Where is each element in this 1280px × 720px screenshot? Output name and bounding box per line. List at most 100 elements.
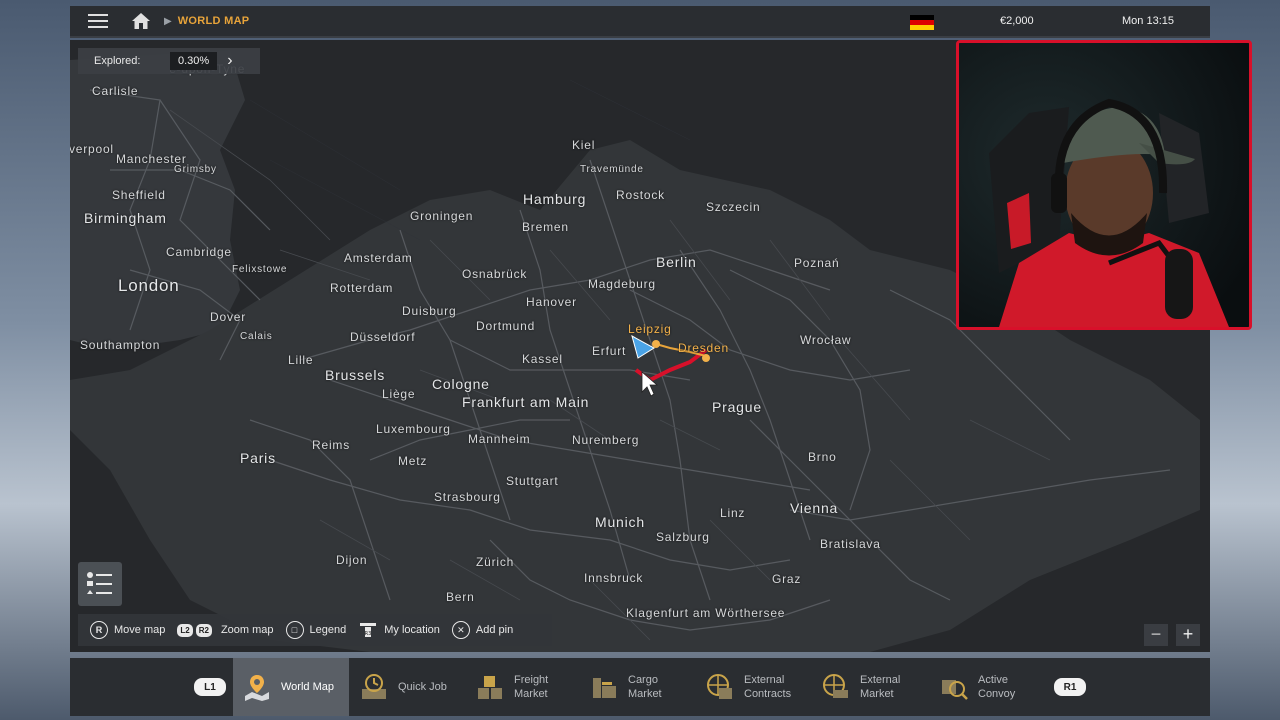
city-label: Hanover (526, 295, 577, 309)
hint-zoom-map: L2 R2 Zoom map (177, 623, 274, 637)
city-label: Groningen (410, 209, 474, 223)
hint-my-location: R3 My location (358, 621, 440, 639)
city-label: Stuttgart (506, 474, 559, 488)
home-icon[interactable] (130, 10, 152, 32)
city-label: Innsbruck (584, 571, 644, 585)
cross-button-icon: ✕ (451, 621, 470, 639)
city-label: Liège (382, 387, 416, 401)
city-label: Strasbourg (434, 490, 501, 504)
explored-panel: Explored: 0.30% › (78, 48, 260, 74)
city-label: Erfurt (592, 344, 627, 358)
city-label: Frankfurt am Main (462, 394, 590, 410)
city-label: Szczecin (706, 200, 761, 214)
game-clock: Mon 13:15 (1122, 15, 1174, 27)
top-bar: ▶ WORLD MAP €2,000 Mon 13:15 (70, 6, 1210, 38)
city-label: Kiel (572, 138, 596, 152)
legend-list-icon (87, 572, 112, 594)
legend-button[interactable] (78, 562, 122, 606)
city-label: Travemünde (580, 164, 644, 175)
tab-cargo-market[interactable]: Cargo Market (588, 658, 692, 716)
l1-button[interactable]: L1 (194, 678, 226, 696)
tab-world-map[interactable]: World Map (233, 658, 349, 716)
city-label: Bern (446, 590, 475, 604)
city-label: Rostock (616, 188, 665, 202)
city-label: Bremen (522, 220, 569, 234)
bottom-nav-bar: L1 World Map Quick Job Freight Market Ca… (70, 658, 1210, 716)
city-label: Calais (240, 331, 273, 342)
city-label: Klagenfurt am Wörthersee (626, 606, 786, 620)
stick-press-icon: R3 (358, 621, 378, 639)
streamer-webcam-image (959, 43, 1249, 327)
convoy-icon (938, 671, 970, 703)
city-label: Zürich (476, 555, 515, 569)
zoom-out-button[interactable]: − (1144, 624, 1168, 646)
city-label: London (118, 276, 180, 295)
square-button-icon: □ (285, 621, 304, 639)
city-label: Wrocław (800, 333, 852, 347)
r1-button[interactable]: R1 (1054, 678, 1086, 696)
city-label: Düsseldorf (350, 330, 416, 344)
city-label: Munich (595, 514, 645, 530)
city-label: Brno (808, 450, 837, 464)
city-label: Carlisle (92, 84, 139, 98)
tab-quick-job[interactable]: Quick Job (358, 658, 462, 716)
explored-value: 0.30% (170, 52, 218, 70)
city-label: Berlin (656, 254, 697, 270)
city-label: Graz (772, 572, 802, 586)
city-label: Vienna (790, 500, 839, 516)
menu-icon[interactable] (80, 5, 116, 37)
city-label: Luxembourg (376, 422, 451, 436)
triggers-icon: L2 R2 (177, 623, 215, 637)
city-label: Dover (210, 310, 247, 324)
clock-icon (358, 671, 390, 703)
map-pin-icon (241, 671, 273, 703)
city-label: Paris (240, 450, 276, 466)
city-label: Rotterdam (330, 281, 394, 295)
city-label: Mannheim (468, 432, 531, 446)
city-label: Brussels (325, 367, 386, 383)
hint-legend: □ Legend (285, 621, 346, 639)
crates-icon (474, 671, 506, 703)
city-label: Bratislava (820, 537, 881, 551)
city-label: Dijon (336, 553, 368, 567)
city-label: Amsterdam (344, 251, 413, 265)
city-label: Felixstowe (232, 264, 288, 275)
svg-text:R3: R3 (365, 631, 372, 637)
zoom-in-button[interactable]: + (1176, 624, 1200, 646)
webcam-overlay (956, 40, 1252, 330)
city-label: Cologne (432, 376, 490, 392)
breadcrumb-separator-icon: ▶ (164, 15, 172, 27)
city-label: Metz (398, 454, 428, 468)
city-label: Prague (712, 399, 762, 415)
hint-add-pin: ✕ Add pin (451, 621, 513, 639)
city-label: Osnabrück (462, 267, 528, 281)
city-label: Salzburg (656, 530, 710, 544)
city-label: Dortmund (476, 319, 536, 333)
city-label: Poznań (794, 256, 840, 270)
city-label: Linz (720, 506, 746, 520)
chevron-right-icon[interactable]: › (227, 52, 232, 70)
tab-active-convoy[interactable]: Active Convoy (938, 658, 1048, 716)
tab-freight-market[interactable]: Freight Market (474, 658, 578, 716)
money-balance: €2,000 (1000, 15, 1034, 27)
city-label: Grimsby (174, 164, 217, 175)
city-label-dresden: Dresden (678, 341, 729, 355)
city-label: Kassel (522, 352, 563, 366)
explored-label: Explored: (94, 55, 141, 67)
city-label: Magdeburg (588, 277, 656, 291)
city-label: Sheffield (112, 188, 166, 202)
city-label: Cambridge (166, 245, 232, 259)
city-label: Lille (288, 353, 314, 367)
globe-truck-icon (820, 671, 852, 703)
city-label: Southampton (80, 338, 161, 352)
globe-crate-icon (704, 671, 736, 703)
breadcrumb: WORLD MAP (177, 15, 250, 27)
germany-flag-icon (910, 15, 934, 30)
tab-external-market[interactable]: External Market (820, 658, 930, 716)
controls-hint-bar: R Move map L2 R2 Zoom map □ Legend R3 My … (78, 614, 552, 646)
tab-external-contracts[interactable]: External Contracts (704, 658, 814, 716)
city-label: Reims (312, 438, 351, 452)
cargo-icon (588, 671, 620, 703)
hint-move-map: R Move map (90, 621, 165, 639)
city-label: Nuremberg (572, 433, 640, 447)
